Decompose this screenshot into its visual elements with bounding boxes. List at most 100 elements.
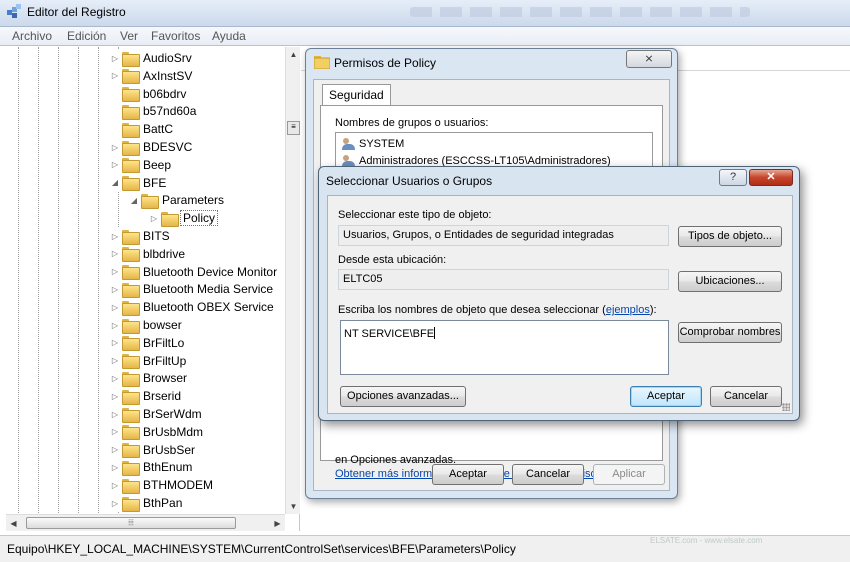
tree-item[interactable]: ▷ bowser bbox=[110, 316, 184, 334]
tree-item-label: Bluetooth OBEX Service bbox=[143, 300, 274, 315]
tree-item[interactable]: ▷ BthPan bbox=[110, 494, 185, 512]
tree-item[interactable]: ◢ Parameters bbox=[129, 191, 227, 210]
expand-arrow-icon[interactable]: ◢ bbox=[129, 196, 139, 205]
expand-arrow-icon[interactable]: ▷ bbox=[110, 463, 120, 472]
scroll-left-arrow-icon[interactable]: ◀ bbox=[6, 515, 21, 532]
tree-item[interactable]: ▷ Bluetooth Device Monitor bbox=[110, 262, 280, 281]
expand-arrow-icon[interactable]: ▷ bbox=[110, 232, 120, 241]
folder-icon bbox=[122, 69, 140, 85]
help-button[interactable]: ? bbox=[719, 169, 747, 186]
tree-item[interactable]: ▷ BrUsbSer bbox=[110, 440, 198, 459]
tree-item[interactable]: ▷ AudioSrv bbox=[110, 49, 194, 67]
tree-item[interactable]: BattC bbox=[110, 120, 176, 139]
expand-arrow-icon[interactable]: ▷ bbox=[110, 481, 120, 490]
scroll-right-arrow-icon[interactable]: ▶ bbox=[270, 515, 285, 532]
tree-item[interactable]: ▷ Bluetooth Media Service bbox=[110, 280, 276, 299]
menu-ver[interactable]: Ver bbox=[120, 29, 138, 43]
expand-arrow-icon[interactable]: ▷ bbox=[110, 71, 120, 80]
expand-arrow-icon[interactable]: ◢ bbox=[110, 178, 120, 187]
expand-arrow-icon[interactable]: ▷ bbox=[110, 374, 120, 383]
object-type-label: Seleccionar este tipo de objeto: bbox=[338, 209, 492, 221]
menu-favoritos[interactable]: Favoritos bbox=[151, 29, 200, 43]
tree-item-label: BattC bbox=[143, 122, 174, 137]
folder-icon bbox=[122, 460, 140, 476]
folder-icon bbox=[122, 496, 140, 512]
tree-item[interactable]: ▷ BrSerWdm bbox=[110, 405, 204, 423]
permissions-apply-button[interactable]: Aplicar bbox=[593, 464, 665, 485]
expand-arrow-icon[interactable]: ▷ bbox=[110, 54, 120, 63]
tree-item-label: BthPan bbox=[143, 496, 183, 510]
expand-arrow-icon[interactable]: ▷ bbox=[110, 285, 120, 294]
tree-item[interactable]: ▷ AxInstSV bbox=[110, 66, 195, 85]
tree-vertical-scrollbar[interactable]: ▲ ≡ ▼ bbox=[285, 47, 300, 514]
tree-item[interactable]: ▷ BTHMODEM bbox=[110, 476, 215, 495]
status-bar: Equipo\HKEY_LOCAL_MACHINE\SYSTEM\Current… bbox=[0, 535, 850, 562]
menu-edicion[interactable]: Edición bbox=[67, 29, 106, 43]
examples-link[interactable]: ejemplos bbox=[606, 304, 650, 316]
tree-item[interactable]: b57nd60a bbox=[110, 102, 199, 121]
tree-item[interactable]: ▷ Bluetooth OBEX Service bbox=[110, 298, 276, 317]
folder-icon bbox=[122, 407, 140, 423]
menu-ayuda[interactable]: Ayuda bbox=[212, 29, 246, 43]
tree-item[interactable]: ▷ BrFiltLo bbox=[110, 333, 187, 352]
tree-item-label: Bluetooth Media Service bbox=[143, 282, 274, 297]
expand-arrow-icon[interactable]: ▷ bbox=[110, 445, 120, 454]
advanced-options-button[interactable]: Opciones avanzadas... bbox=[340, 386, 466, 407]
locations-button[interactable]: Ubicaciones... bbox=[678, 271, 782, 292]
location-label: Desde esta ubicación: bbox=[338, 254, 447, 266]
tree-item[interactable]: ◢ BFE bbox=[110, 173, 169, 192]
folder-icon bbox=[122, 336, 140, 352]
folder-icon bbox=[122, 265, 140, 281]
tree-item[interactable]: ▷ Policy bbox=[149, 209, 219, 228]
expand-arrow-icon[interactable]: ▷ bbox=[110, 267, 120, 276]
tree-item[interactable]: b06bdrv bbox=[110, 84, 189, 103]
tree-item[interactable]: ▷ Beep bbox=[110, 155, 174, 174]
expand-arrow-icon[interactable]: ▷ bbox=[110, 410, 120, 419]
expand-arrow-icon[interactable]: ▷ bbox=[110, 303, 120, 312]
expand-arrow-icon[interactable]: ▷ bbox=[149, 214, 159, 223]
folder-icon bbox=[122, 354, 140, 370]
object-names-input[interactable]: NT SERVICE\BFE bbox=[340, 320, 669, 375]
tree-item[interactable]: ▷ BDESVC bbox=[110, 138, 195, 156]
tree-item[interactable]: ▷ blbdrive bbox=[110, 244, 188, 263]
tab-seguridad[interactable]: Seguridad bbox=[322, 84, 391, 106]
expand-arrow-icon[interactable]: ▷ bbox=[110, 427, 120, 436]
expand-arrow-icon[interactable]: ▷ bbox=[110, 499, 120, 508]
tree-item[interactable]: ▷ Browser bbox=[110, 369, 190, 388]
tree-item[interactable]: ▷ BthEnum bbox=[110, 458, 195, 477]
folder-icon bbox=[122, 318, 140, 334]
list-item[interactable]: SYSTEM bbox=[342, 136, 404, 152]
tree-item[interactable]: ▷ BrUsbMdm bbox=[110, 422, 206, 441]
object-names-value: NT SERVICE\BFE bbox=[344, 328, 435, 340]
tree-horizontal-scrollbar[interactable]: ◀ ⦙⦙⦙ ▶ bbox=[6, 514, 285, 531]
tree-item[interactable]: ▷ Brserid bbox=[110, 387, 184, 406]
object-types-button[interactable]: Tipos de objeto... bbox=[678, 226, 782, 247]
expand-arrow-icon[interactable]: ▷ bbox=[110, 143, 120, 152]
permissions-ok-button[interactable]: Aceptar bbox=[432, 464, 504, 485]
folder-icon bbox=[122, 247, 140, 263]
select-close-button[interactable]: ✕ bbox=[749, 169, 793, 186]
expand-arrow-icon[interactable]: ▷ bbox=[110, 338, 120, 347]
scroll-up-arrow-icon[interactable]: ▲ bbox=[286, 47, 301, 62]
permissions-close-button[interactable]: ⨯ bbox=[626, 50, 672, 68]
expand-arrow-icon[interactable]: ▷ bbox=[110, 160, 120, 169]
select-cancel-button[interactable]: Cancelar bbox=[710, 386, 782, 407]
scroll-thumb[interactable]: ≡ bbox=[287, 121, 300, 135]
resize-grip-icon[interactable] bbox=[782, 403, 790, 411]
tree-item[interactable]: ▷ BITS bbox=[110, 227, 172, 245]
expand-arrow-icon[interactable]: ▷ bbox=[110, 321, 120, 330]
menu-archivo[interactable]: Archivo bbox=[12, 29, 52, 43]
status-path: Equipo\HKEY_LOCAL_MACHINE\SYSTEM\Current… bbox=[7, 542, 516, 556]
select-ok-button[interactable]: Aceptar bbox=[630, 386, 702, 407]
tree-item[interactable]: ▷ BrFiltUp bbox=[110, 351, 189, 370]
folder-icon bbox=[122, 122, 140, 138]
folder-icon bbox=[122, 158, 140, 174]
expand-arrow-icon[interactable]: ▷ bbox=[110, 392, 120, 401]
horizontal-scroll-thumb[interactable]: ⦙⦙⦙ bbox=[26, 517, 236, 529]
expand-arrow-icon[interactable]: ▷ bbox=[110, 249, 120, 258]
tree-item-label: BDESVC bbox=[143, 140, 193, 154]
permissions-cancel-button[interactable]: Cancelar bbox=[512, 464, 584, 485]
expand-arrow-icon[interactable]: ▷ bbox=[110, 356, 120, 365]
check-names-button[interactable]: Comprobar nombres bbox=[678, 322, 782, 343]
scroll-down-arrow-icon[interactable]: ▼ bbox=[286, 499, 301, 514]
